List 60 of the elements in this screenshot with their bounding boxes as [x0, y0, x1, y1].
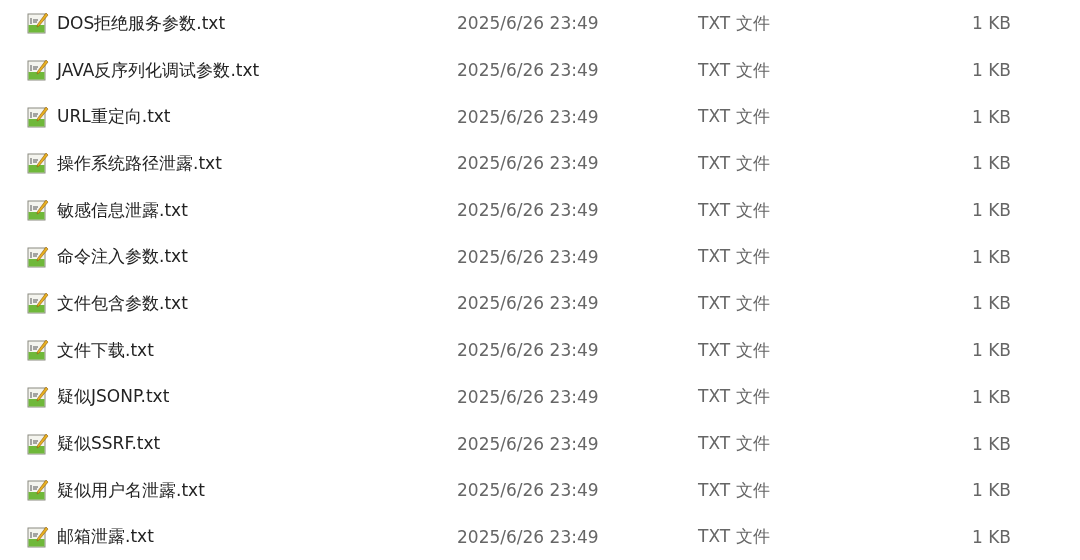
file-type: TXT 文件 — [698, 338, 771, 362]
file-size: 1 KB — [970, 340, 1011, 361]
modified-date: 2025/6/26 23:49 — [457, 340, 600, 361]
file-type: TXT 文件 — [698, 385, 771, 409]
text-file-icon — [27, 105, 49, 128]
file-size: 1 KB — [970, 153, 1011, 174]
text-file-icon — [27, 199, 49, 222]
modified-date: 2025/6/26 23:49 — [457, 526, 600, 547]
modified-date: 2025/6/26 23:49 — [457, 293, 600, 314]
file-type: TXT 文件 — [698, 198, 771, 222]
text-file-icon — [27, 152, 49, 175]
file-size: 1 KB — [970, 246, 1011, 267]
file-size: 1 KB — [970, 293, 1011, 314]
file-type: TXT 文件 — [698, 245, 771, 269]
modified-date: 2025/6/26 23:49 — [457, 480, 600, 501]
text-file-icon — [27, 525, 49, 548]
modified-date: 2025/6/26 23:49 — [457, 13, 600, 34]
file-size: 1 KB — [970, 200, 1011, 221]
file-name[interactable]: 邮箱泄露.txt — [49, 525, 457, 549]
file-size: 1 KB — [970, 480, 1011, 501]
modified-date: 2025/6/26 23:49 — [457, 106, 600, 127]
modified-date: 2025/6/26 23:49 — [457, 200, 600, 221]
file-size: 1 KB — [970, 60, 1011, 81]
file-type: TXT 文件 — [698, 525, 771, 549]
text-file-icon — [27, 385, 49, 408]
file-name[interactable]: JAVA反序列化调试参数.txt — [49, 58, 457, 82]
modified-date: 2025/6/26 23:49 — [457, 433, 600, 454]
file-type: TXT 文件 — [698, 58, 771, 82]
file-name[interactable]: 敏感信息泄露.txt — [49, 198, 457, 222]
file-name[interactable]: DOS拒绝服务参数.txt — [49, 11, 457, 35]
file-name[interactable]: 命令注入参数.txt — [49, 245, 457, 269]
text-file-icon — [27, 59, 49, 82]
file-name[interactable]: 操作系统路径泄露.txt — [49, 151, 457, 175]
file-name[interactable]: 疑似JSONP.txt — [49, 385, 457, 409]
text-file-icon — [27, 12, 49, 35]
file-type: TXT 文件 — [698, 151, 771, 175]
file-size: 1 KB — [970, 433, 1011, 454]
modified-date: 2025/6/26 23:49 — [457, 60, 600, 81]
modified-date: 2025/6/26 23:49 — [457, 386, 600, 407]
file-type: TXT 文件 — [698, 105, 771, 129]
file-type: TXT 文件 — [698, 432, 771, 456]
file-size: 1 KB — [970, 526, 1011, 547]
file-name[interactable]: URL重定向.txt — [49, 105, 457, 129]
file-name[interactable]: 疑似SSRF.txt — [49, 432, 457, 456]
text-file-icon — [27, 245, 49, 268]
text-file-icon — [27, 339, 49, 362]
modified-date: 2025/6/26 23:49 — [457, 246, 600, 267]
file-type: TXT 文件 — [698, 478, 771, 502]
file-name[interactable]: 文件下载.txt — [49, 338, 457, 362]
file-type: TXT 文件 — [698, 11, 771, 35]
file-name[interactable]: 疑似用户名泄露.txt — [49, 478, 457, 502]
text-file-icon — [27, 292, 49, 315]
file-size: 1 KB — [970, 386, 1011, 407]
text-file-icon — [27, 432, 49, 455]
file-type: TXT 文件 — [698, 291, 771, 315]
file-size: 1 KB — [970, 13, 1011, 34]
file-size: 1 KB — [970, 106, 1011, 127]
text-file-icon — [27, 479, 49, 502]
file-name[interactable]: 文件包含参数.txt — [49, 291, 457, 315]
modified-date: 2025/6/26 23:49 — [457, 153, 600, 174]
